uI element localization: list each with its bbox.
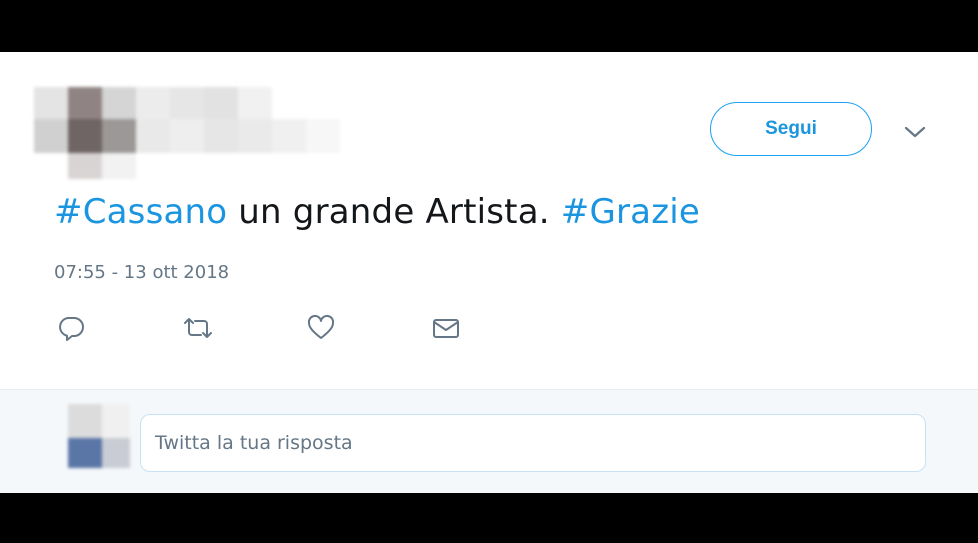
reply-composer: Twitta la tua risposta	[0, 389, 978, 493]
hashtag-link-cassano[interactable]: #Cassano	[54, 192, 227, 232]
follow-button-label: Segui	[765, 118, 817, 139]
hashtag-link-grazie[interactable]: #Grazie	[561, 192, 700, 232]
follow-button[interactable]: Segui	[710, 102, 872, 156]
tweet-card: Segui #Cassano un grande Artista. #Grazi…	[0, 52, 978, 493]
chevron-down-icon[interactable]	[900, 120, 930, 144]
user-avatar-pixelated	[64, 404, 134, 470]
tweet-text: #Cassano un grande Artista. #Grazie	[54, 192, 700, 232]
tweet-timestamp[interactable]: 07:55 - 13 ott 2018	[54, 262, 229, 283]
tweet-body-text: un grande Artista.	[227, 192, 561, 232]
author-avatar-pixelated[interactable]	[34, 87, 344, 179]
reply-icon[interactable]	[56, 314, 86, 342]
reply-input[interactable]: Twitta la tua risposta	[140, 414, 926, 472]
direct-message-icon[interactable]	[431, 314, 461, 342]
retweet-icon[interactable]	[181, 314, 215, 342]
like-icon[interactable]	[306, 314, 336, 342]
